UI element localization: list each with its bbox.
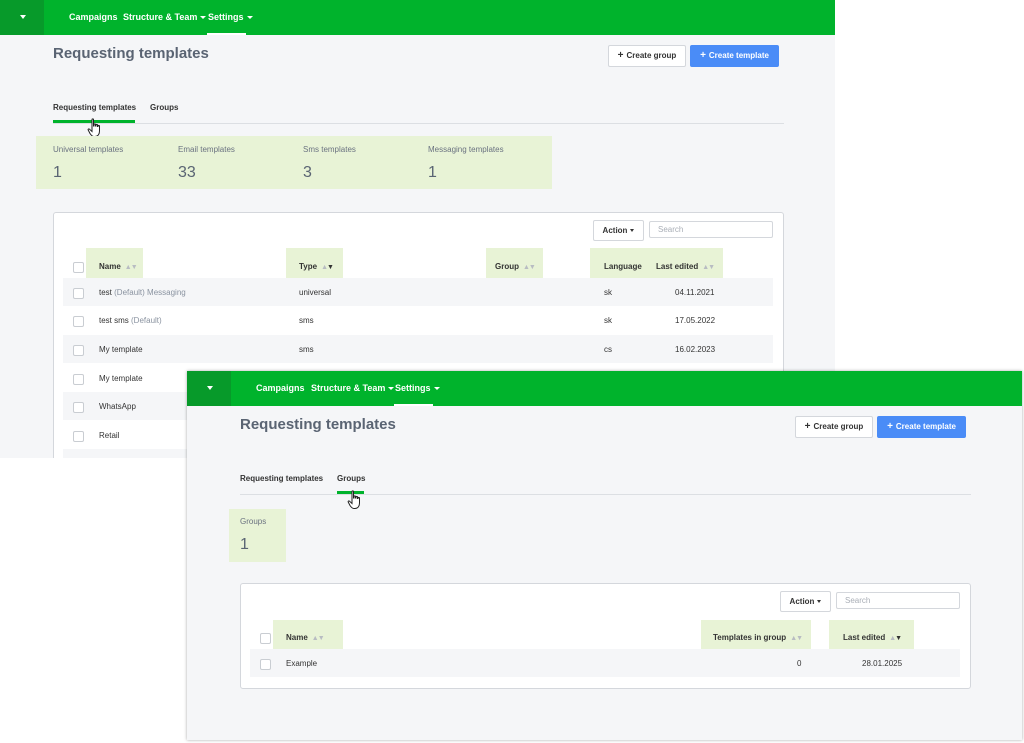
create-group-button[interactable]: + Create group bbox=[608, 45, 686, 67]
tabs-divider bbox=[53, 123, 784, 124]
tab-requesting-templates[interactable]: Requesting templates bbox=[53, 103, 136, 112]
plus-icon: + bbox=[887, 421, 893, 432]
row-type: sms bbox=[299, 316, 314, 325]
nav-structure-team[interactable]: Structure & Team bbox=[311, 371, 395, 406]
stats-highlight bbox=[36, 136, 552, 189]
stat-value-messaging: 1 bbox=[428, 164, 437, 181]
col-header-last-edited[interactable]: Last edited ▲▼ bbox=[843, 633, 902, 642]
chevron-down-icon bbox=[388, 387, 395, 391]
row-name[interactable]: test sms (Default) bbox=[99, 316, 162, 325]
create-template-button[interactable]: + Create template bbox=[690, 45, 779, 67]
table-row[interactable] bbox=[250, 649, 960, 677]
table-row[interactable] bbox=[63, 306, 773, 334]
select-all-checkbox[interactable] bbox=[260, 633, 271, 644]
sort-arrows-icon: ▲▼ bbox=[321, 264, 334, 271]
row-checkbox[interactable] bbox=[73, 374, 84, 385]
stat-value-universal: 1 bbox=[53, 164, 62, 181]
row-last-edited: 04.11.2021 bbox=[675, 288, 715, 297]
row-last-edited: 17.05.2022 bbox=[675, 316, 716, 325]
row-name[interactable]: WhatsApp bbox=[99, 402, 136, 411]
row-checkbox[interactable] bbox=[73, 345, 84, 356]
select-all-checkbox[interactable] bbox=[73, 262, 84, 273]
stat-label-groups: Groups bbox=[240, 517, 267, 526]
row-templates-in-group: 0 bbox=[797, 659, 802, 668]
row-language: sk bbox=[604, 316, 612, 325]
nav-active-indicator bbox=[394, 404, 433, 406]
row-last-edited: 28.01.2025 bbox=[862, 659, 903, 668]
plus-icon: + bbox=[617, 50, 624, 61]
row-language: cs bbox=[604, 345, 612, 354]
sort-arrows-icon: ▲▼ bbox=[702, 264, 715, 271]
nav-campaigns[interactable]: Campaigns bbox=[69, 0, 118, 35]
sort-arrows-icon: ▲▼ bbox=[311, 635, 325, 642]
row-type: sms bbox=[299, 345, 314, 354]
row-checkbox[interactable] bbox=[73, 316, 84, 327]
nav-structure-team[interactable]: Structure & Team bbox=[123, 0, 207, 35]
stat-label-messaging: Messaging templates bbox=[428, 145, 504, 154]
col-header-type[interactable]: Type ▲▼ bbox=[299, 262, 334, 271]
col-header-name[interactable]: Name ▲▼ bbox=[99, 262, 138, 271]
create-group-button[interactable]: + Create group bbox=[795, 416, 873, 438]
col-header-group[interactable]: Group ▲▼ bbox=[495, 262, 536, 271]
create-template-button[interactable]: + Create template bbox=[877, 416, 966, 438]
screenshot-groups-tab: Campaigns Structure & Team Settings Requ… bbox=[187, 371, 1022, 740]
row-checkbox[interactable] bbox=[73, 288, 84, 299]
search-input[interactable] bbox=[649, 221, 773, 238]
menu-toggle-button[interactable] bbox=[187, 371, 231, 406]
top-navbar: Campaigns Structure & Team Settings bbox=[0, 0, 835, 35]
tab-groups[interactable]: Groups bbox=[337, 474, 365, 483]
row-type: universal bbox=[299, 288, 332, 297]
table-row[interactable] bbox=[63, 335, 773, 363]
nav-campaigns[interactable]: Campaigns bbox=[256, 371, 305, 406]
page-title: Requesting templates bbox=[240, 416, 396, 433]
plus-icon: + bbox=[700, 50, 706, 61]
chevron-down-icon bbox=[630, 229, 635, 233]
caret-down-icon bbox=[20, 15, 26, 19]
sort-arrows-icon: ▲▼ bbox=[790, 635, 803, 642]
col-header-templates-in-group[interactable]: Templates in group ▲▼ bbox=[713, 633, 803, 642]
chevron-down-icon bbox=[200, 16, 207, 20]
stat-label-email: Email templates bbox=[178, 145, 235, 154]
stat-value-groups: 1 bbox=[240, 536, 249, 553]
hand-pointer-icon bbox=[347, 490, 360, 509]
row-name[interactable]: My template bbox=[99, 345, 143, 354]
row-checkbox[interactable] bbox=[73, 431, 84, 442]
col-header-name[interactable]: Name ▲▼ bbox=[286, 633, 325, 642]
nav-settings[interactable]: Settings bbox=[395, 371, 440, 406]
nav-settings[interactable]: Settings bbox=[208, 0, 253, 35]
sort-arrows-icon: ▲▼ bbox=[124, 264, 138, 271]
col-header-language[interactable]: Language bbox=[604, 262, 642, 271]
col-header-last-edited[interactable]: Last edited ▲▼ bbox=[656, 262, 715, 271]
stat-value-sms: 3 bbox=[303, 164, 312, 181]
chevron-down-icon bbox=[246, 16, 253, 20]
stat-label-sms: Sms templates bbox=[303, 145, 356, 154]
caret-down-icon bbox=[207, 386, 213, 390]
stat-value-email: 33 bbox=[178, 164, 196, 181]
tab-requesting-templates[interactable]: Requesting templates bbox=[240, 474, 323, 483]
search-input[interactable] bbox=[836, 592, 960, 609]
stat-label-universal: Universal templates bbox=[53, 145, 124, 154]
row-name[interactable]: My template bbox=[99, 374, 143, 383]
chevron-down-icon bbox=[433, 387, 440, 391]
sort-arrows-icon: ▲▼ bbox=[523, 264, 536, 271]
chevron-down-icon bbox=[817, 600, 822, 604]
menu-toggle-button[interactable] bbox=[0, 0, 44, 35]
row-name[interactable]: Retail bbox=[99, 431, 119, 440]
row-checkbox[interactable] bbox=[73, 402, 84, 413]
top-navbar: Campaigns Structure & Team Settings bbox=[187, 371, 1022, 406]
hand-pointer-icon bbox=[87, 118, 100, 137]
row-name[interactable]: test (Default) Messaging bbox=[99, 288, 186, 297]
nav-active-indicator bbox=[207, 33, 246, 35]
row-language: sk bbox=[604, 288, 612, 297]
row-last-edited: 16.02.2023 bbox=[675, 345, 716, 354]
action-dropdown[interactable]: Action bbox=[780, 591, 831, 612]
plus-icon: + bbox=[804, 421, 811, 432]
row-name[interactable]: Example bbox=[286, 659, 317, 668]
row-checkbox[interactable] bbox=[260, 659, 271, 670]
tab-groups[interactable]: Groups bbox=[150, 103, 178, 112]
page-title: Requesting templates bbox=[53, 45, 209, 62]
sort-arrows-icon: ▲▼ bbox=[889, 635, 902, 642]
action-dropdown[interactable]: Action bbox=[593, 220, 644, 241]
